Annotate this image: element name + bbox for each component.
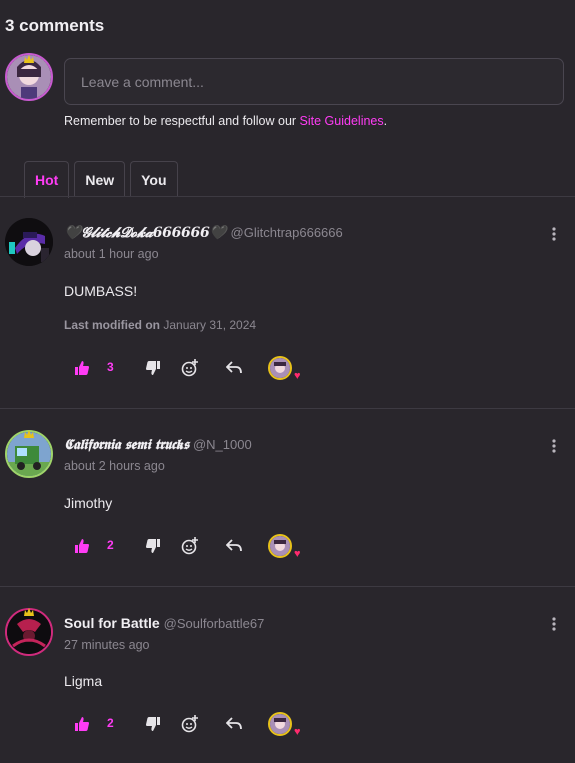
comment-author-row: Soul for Battle @Soulforbattle67 bbox=[64, 615, 264, 631]
comment-author-name[interactable]: 𝕮𝖆𝖑𝖎𝖋𝖔𝖗𝖓𝖎𝖆 𝖘𝖊𝖒𝖎 𝖙𝖗𝖚𝖈𝖐𝖘 bbox=[64, 437, 189, 453]
thumbs-down-icon[interactable] bbox=[143, 356, 163, 380]
guidelines-period: . bbox=[383, 114, 388, 128]
heart-icon: ♥ bbox=[294, 370, 301, 382]
last-modified-date: January 31, 2024 bbox=[163, 318, 257, 332]
comment-time: about 1 hour ago bbox=[64, 247, 159, 261]
comment-author-handle[interactable]: @Soulforbattle67 bbox=[164, 616, 265, 631]
tab-you[interactable]: You bbox=[130, 161, 178, 197]
comment-author-row: 𝕮𝖆𝖑𝖎𝖋𝖔𝖗𝖓𝖎𝖆 𝖘𝖊𝖒𝖎 𝖙𝖗𝖚𝖈𝖐𝖘 @N_1000 bbox=[64, 437, 252, 453]
comment-text: DUMBASS! bbox=[64, 283, 138, 299]
more-options-icon[interactable] bbox=[550, 226, 558, 242]
crown-icon bbox=[24, 50, 34, 63]
guidelines-text: Remember to be respectful and follow our bbox=[64, 114, 300, 128]
comment-actions: 2 ♥ bbox=[72, 712, 312, 738]
thumbs-up-icon[interactable] bbox=[72, 356, 92, 380]
comment-author-handle[interactable]: @Glitchtrap666666 bbox=[231, 225, 343, 240]
more-options-icon[interactable] bbox=[550, 438, 558, 454]
site-guidelines-link[interactable]: Site Guidelines bbox=[300, 114, 384, 128]
thumbs-down-icon[interactable] bbox=[143, 712, 163, 736]
tab-hot[interactable]: Hot bbox=[24, 161, 70, 198]
comment-author-name[interactable]: 🖤𝓖𝓵𝓲𝓽𝓬𝓱𝓓𝓸𝓴𝓪666666🖤 bbox=[64, 225, 227, 241]
thumbs-down-icon[interactable] bbox=[143, 534, 163, 558]
add-reaction-icon[interactable] bbox=[180, 356, 200, 380]
comment-input[interactable]: Leave a comment... bbox=[64, 58, 564, 105]
more-options-icon[interactable] bbox=[550, 616, 558, 632]
comment-divider bbox=[0, 408, 575, 409]
comment-divider bbox=[0, 586, 575, 587]
tab-new[interactable]: New bbox=[74, 161, 126, 197]
last-modified: Last modified on January 31, 2024 bbox=[64, 318, 256, 332]
tabs-divider bbox=[0, 196, 575, 197]
comment-author-handle[interactable]: @N_1000 bbox=[193, 437, 252, 452]
sort-tabs: Hot New You bbox=[24, 161, 178, 198]
heart-icon: ♥ bbox=[294, 726, 301, 738]
comment-time: 27 minutes ago bbox=[64, 638, 150, 652]
comment-text: Jimothy bbox=[64, 495, 113, 511]
comments-title: 3 comments bbox=[5, 16, 105, 35]
thumbs-up-icon[interactable] bbox=[72, 534, 92, 558]
like-count: 2 bbox=[107, 538, 114, 552]
comment-text: Ligma bbox=[64, 673, 103, 689]
reaction-avatar[interactable] bbox=[268, 356, 292, 380]
guidelines-notice: Remember to be respectful and follow our… bbox=[64, 114, 387, 128]
last-modified-label: Last modified on bbox=[64, 318, 160, 332]
reaction-avatar[interactable] bbox=[268, 534, 292, 558]
reply-icon[interactable] bbox=[224, 712, 244, 736]
crown-icon bbox=[24, 425, 34, 438]
commenter-avatar[interactable] bbox=[5, 218, 53, 266]
crown-icon bbox=[24, 603, 34, 616]
comment-actions: 3 ♥ bbox=[72, 356, 312, 382]
add-reaction-icon[interactable] bbox=[180, 712, 200, 736]
comment-actions: 2 ♥ bbox=[72, 534, 312, 560]
comment-input-placeholder: Leave a comment... bbox=[81, 73, 204, 90]
comment-time: about 2 hours ago bbox=[64, 459, 165, 473]
heart-icon: ♥ bbox=[294, 548, 301, 560]
thumbs-up-icon[interactable] bbox=[72, 712, 92, 736]
like-count: 3 bbox=[107, 360, 114, 374]
like-count: 2 bbox=[107, 716, 114, 730]
reply-icon[interactable] bbox=[224, 534, 244, 558]
comment-author-row: 🖤𝓖𝓵𝓲𝓽𝓬𝓱𝓓𝓸𝓴𝓪666666🖤 @Glitchtrap666666 bbox=[64, 225, 343, 241]
add-reaction-icon[interactable] bbox=[180, 534, 200, 558]
reply-icon[interactable] bbox=[224, 356, 244, 380]
comment-author-name[interactable]: Soul for Battle bbox=[64, 615, 160, 631]
reaction-avatar[interactable] bbox=[268, 712, 292, 736]
